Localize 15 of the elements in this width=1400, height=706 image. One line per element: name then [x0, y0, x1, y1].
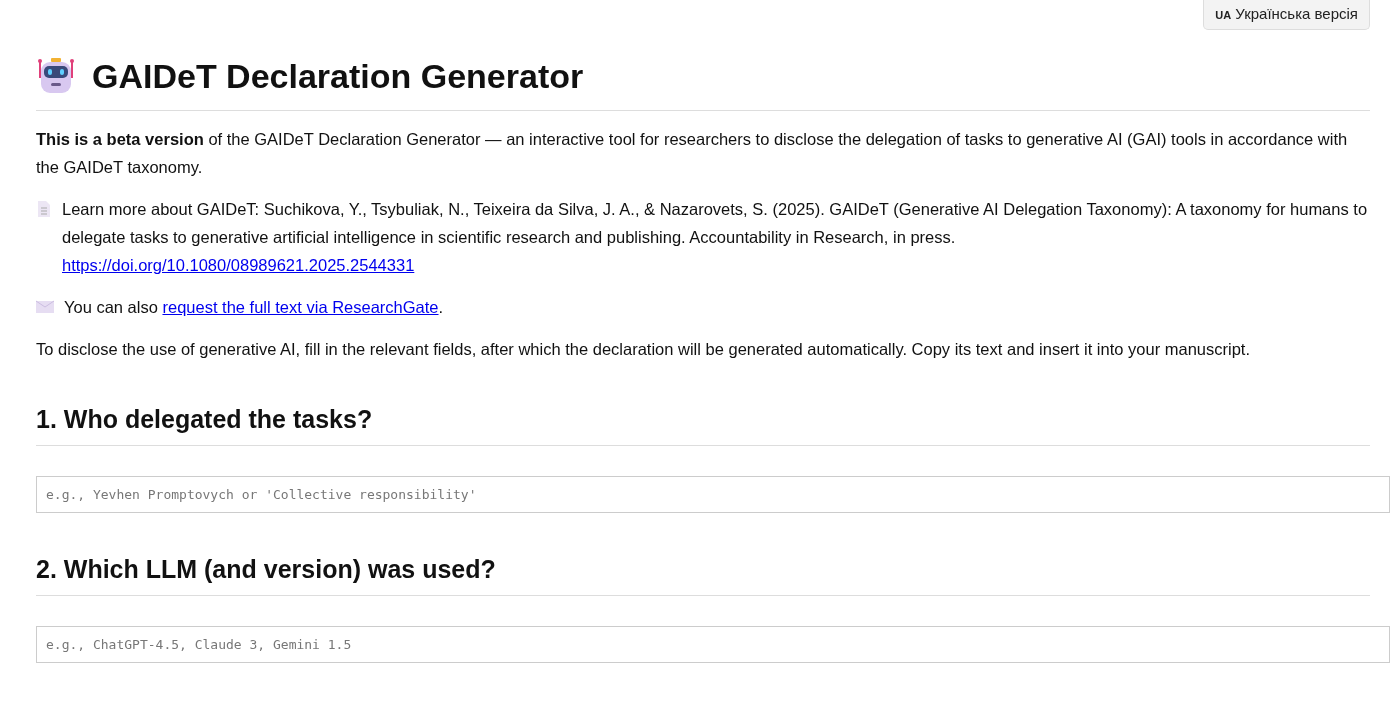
section-heading: 1. Who delegated the tasks? [36, 404, 374, 435]
robot-icon [36, 56, 76, 96]
section-heading: 2. Which LLM (and version) was used? [36, 554, 497, 585]
page-title: GAIDeT Declaration Generator [92, 56, 584, 97]
instructions-text: To disclose the use of generative AI, fill in the relevant fields, after which the declaration will be generated automatically. Copy its text and insert it into your manuscript. [36, 339, 1251, 360]
envelope-icon [36, 300, 54, 314]
input-field[interactable]: e.g., ChatGPT-4.5, Claude 3, Gemini 1.5 [36, 626, 1390, 663]
request-text: You can also request the full text via ResearchGate. [64, 297, 444, 318]
document-icon [36, 200, 52, 218]
researchgate-link[interactable]: request the full text via ResearchGate [162, 298, 439, 316]
input-field[interactable]: e.g., Yevhen Promptovych or 'Collective responsibility' [36, 476, 1390, 513]
intro-paragraph: This is a beta version of the GAIDeT Declaration Generator — an interactive tool for researchers to disclose the delegation of tasks to generative AI (GAI) tools in accordance with the GAIDeT taxonomy. [36, 129, 1349, 178]
doi-link[interactable]: https://doi.org/10.1080/08989621.2025.2544331 [62, 256, 415, 274]
reference-text: Learn more about GAIDeT: Suchikova, Y., Tsybuliak, N., Teixeira da Silva, J. A., & Nazarovets, S. (2025). GAIDeT (Generative AI Delegation Taxonomy): A taxonomy for humans to delegate tasks to generative artificial intelligence in scientific research and publishing. Accountability in Research, in press. https://doi.org/10.1080/08989621.2025.2544331 [62, 199, 1369, 276]
language-button[interactable]: UA Українська версія [1203, 0, 1370, 30]
